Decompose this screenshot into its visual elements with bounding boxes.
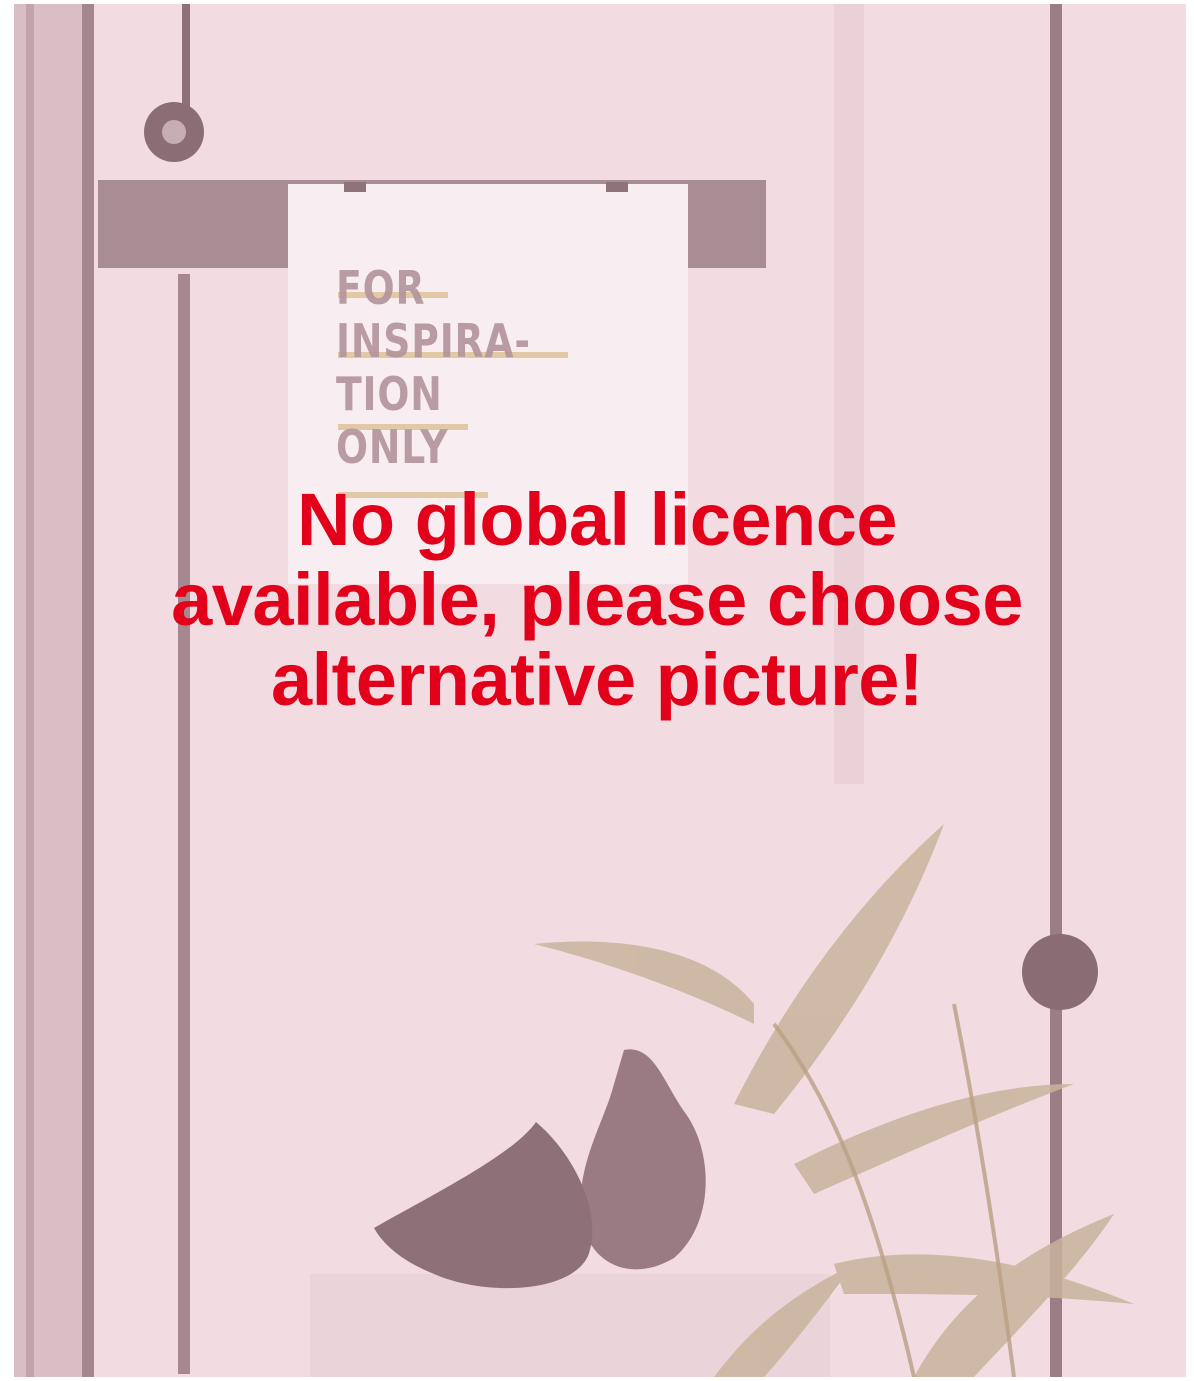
licence-warning-line: No global licence: [296, 478, 898, 561]
licence-warning: No global licence available, please choo…: [0, 480, 1194, 720]
poster-line: TION: [336, 367, 443, 421]
licence-warning-line: available, please choose: [171, 558, 1023, 641]
licence-warning-line: alternative picture!: [270, 638, 924, 721]
poster-line: ONLY: [336, 420, 449, 474]
poster-line: FOR: [336, 261, 426, 315]
poster-line: INSPIRA-: [336, 314, 531, 368]
poster-headline: FOR INSPIRA- TION ONLY: [336, 262, 531, 474]
pipe-fitting-right: [1022, 934, 1098, 1010]
